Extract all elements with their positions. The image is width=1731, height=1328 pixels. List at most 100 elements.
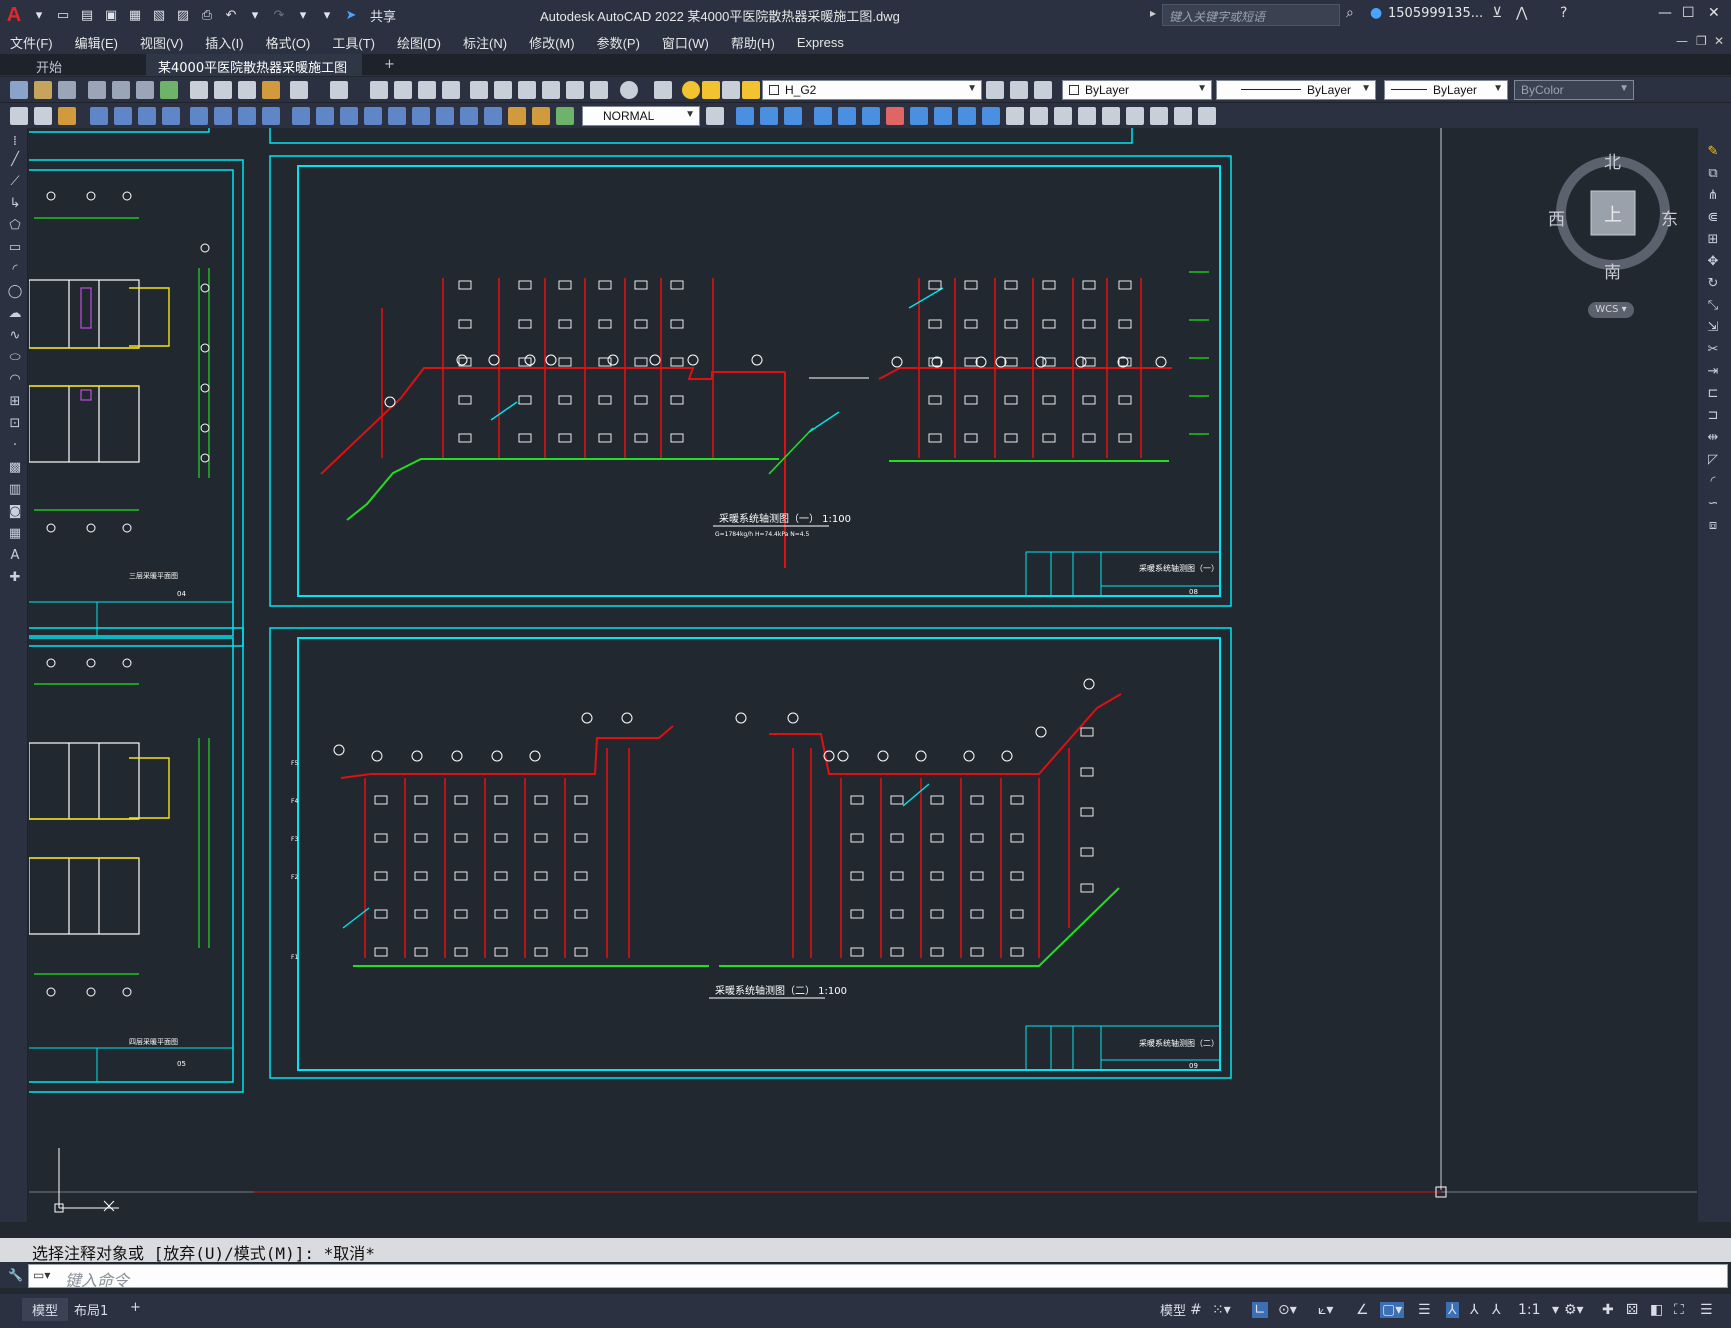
undo-dropdown-icon[interactable]: ▾ — [244, 4, 266, 26]
layer-properties-icon[interactable] — [654, 81, 672, 99]
autocad-logo-icon[interactable]: A — [0, 0, 28, 30]
menu-view[interactable]: 视图(V) — [140, 33, 183, 52]
continue-icon[interactable] — [340, 107, 358, 125]
customization-icon[interactable]: ☰ — [1700, 1302, 1713, 1318]
fillet-icon[interactable]: ◜ — [1705, 474, 1721, 490]
line-icon[interactable]: ╱ — [7, 152, 23, 168]
compass-west[interactable]: 西 — [1548, 205, 1565, 230]
ordinate-icon[interactable] — [162, 107, 180, 125]
new-icon[interactable] — [10, 81, 28, 99]
sheet-set-icon[interactable] — [542, 81, 560, 99]
explode-icon-2[interactable]: ⧈ — [1705, 518, 1721, 534]
command-customize-icon[interactable]: 🔧 — [8, 1268, 23, 1282]
ucs-icon-3[interactable] — [784, 107, 802, 125]
annotation-monitor-icon[interactable]: ✚ — [1602, 1302, 1614, 1318]
layer-vp-icon[interactable] — [722, 81, 740, 99]
search-expand-icon[interactable]: ▸ — [1150, 6, 1156, 20]
share-icon[interactable]: ➤ — [340, 4, 362, 26]
wcs-menu[interactable]: WCS ▾ — [1588, 302, 1634, 318]
chevron-down-icon[interactable]: ▾ — [1552, 1302, 1559, 1318]
menu-help[interactable]: 帮助(H) — [731, 33, 775, 52]
command-input[interactable]: ▭▾ 键入命令 — [28, 1264, 1728, 1290]
menu-file[interactable]: 文件(F) — [10, 33, 53, 52]
array-icon-2[interactable]: ⊞ — [1705, 232, 1721, 248]
viewcube-top-face[interactable]: 上 — [1604, 201, 1622, 227]
arc-length-icon[interactable] — [138, 107, 156, 125]
circle-icon[interactable]: ◯ — [7, 284, 23, 300]
cut-icon[interactable] — [190, 81, 208, 99]
redo-icon[interactable]: ↷ — [268, 4, 290, 26]
space-icon[interactable] — [364, 107, 382, 125]
plot-icon[interactable]: ⎙ — [196, 4, 218, 26]
break-point-icon[interactable]: ⊏ — [1705, 386, 1721, 402]
layer-state-icon[interactable] — [1034, 81, 1052, 99]
drawing-canvas[interactable]: 采暖系统轴测图（一） 1:100 G=1784kg/h H=74.4kPa N=… — [29, 128, 1697, 1222]
publish-icon[interactable] — [136, 81, 154, 99]
ucs-icon-1[interactable] — [736, 107, 754, 125]
menu-express[interactable]: Express — [797, 35, 844, 50]
baseline-icon[interactable] — [316, 107, 334, 125]
annotation-scale-value[interactable]: 1:1 — [1518, 1302, 1541, 1318]
polygon-icon[interactable]: ⬠ — [7, 218, 23, 234]
block-icon-2[interactable] — [1030, 107, 1048, 125]
polar-icon[interactable]: ⊙▾ — [1278, 1302, 1297, 1318]
layer-on-icon[interactable] — [682, 81, 700, 99]
ellipse-arc-icon[interactable]: ◠ — [7, 372, 23, 388]
ortho-icon[interactable]: ∟ — [1252, 1302, 1268, 1318]
menu-dimension[interactable]: 标注(N) — [463, 33, 507, 52]
linear-dim-icon[interactable] — [90, 107, 108, 125]
user-account[interactable]: 1505999135... — [1388, 6, 1483, 21]
save-icon[interactable]: ▣ — [100, 4, 122, 26]
color-dropdown[interactable]: ByLayer ▼ — [1062, 80, 1212, 100]
doc-restore-icon[interactable]: ❐ — [1696, 34, 1707, 48]
compass-north[interactable]: 北 — [1604, 148, 1621, 173]
block-icon-3[interactable] — [1054, 107, 1072, 125]
dim-icon-2[interactable] — [34, 107, 52, 125]
pan-icon[interactable] — [370, 81, 388, 99]
copy-icon-3[interactable]: ⧉ — [1705, 166, 1721, 182]
cart-icon[interactable]: ⊻ — [1492, 5, 1502, 21]
object-snap-icon[interactable]: ▢▾ — [1380, 1302, 1405, 1318]
calculator-icon[interactable] — [590, 81, 608, 99]
dim-update-icon[interactable] — [556, 107, 574, 125]
spline-icon[interactable]: ∿ — [7, 328, 23, 344]
align-icon[interactable] — [814, 107, 832, 125]
annotation-scale-icon[interactable]: ⅄ — [1492, 1302, 1501, 1318]
mtext-icon[interactable]: A — [7, 548, 23, 564]
offset-icon-2[interactable]: ⋐ — [1705, 210, 1721, 226]
object-snap-tracking-icon[interactable]: ∠ — [1356, 1302, 1369, 1318]
design-center-icon[interactable] — [494, 81, 512, 99]
undo-icon[interactable]: ↶ — [220, 4, 242, 26]
add-layout-button[interactable]: + — [120, 1298, 151, 1317]
tolerance-icon[interactable] — [412, 107, 430, 125]
grid-icon[interactable]: # — [1190, 1302, 1202, 1318]
minimize-icon[interactable]: — — [1658, 5, 1672, 21]
undo-icon-2[interactable] — [290, 81, 308, 99]
open-web-icon[interactable]: ▧ — [148, 4, 170, 26]
block-icon-9[interactable] — [1198, 107, 1216, 125]
plot-icon-2[interactable] — [88, 81, 106, 99]
dimstyle-dropdown[interactable]: NORMAL ▼ — [582, 106, 700, 126]
mirror-icon-2[interactable]: ⋔ — [1705, 188, 1721, 204]
rotate-icon[interactable]: ↻ — [1705, 276, 1721, 292]
polyline-icon[interactable]: ↳ — [7, 196, 23, 212]
tool-palettes-icon[interactable] — [518, 81, 536, 99]
search-icon[interactable]: ⌕ — [1346, 5, 1354, 21]
match-properties-icon[interactable] — [262, 81, 280, 99]
lineweight-dropdown[interactable]: ByLayer ▼ — [1384, 80, 1508, 100]
layer-freeze-icon[interactable] — [702, 81, 720, 99]
plotstyle-dropdown[interactable]: ByColor ▼ — [1514, 80, 1634, 100]
revcloud-icon[interactable]: ☁ — [7, 306, 23, 322]
redo-icon-2[interactable] — [330, 81, 348, 99]
help-icon[interactable] — [620, 81, 638, 99]
menu-draw[interactable]: 绘图(D) — [397, 33, 441, 52]
maximize-icon[interactable]: ☐ — [1682, 5, 1695, 21]
markup-icon[interactable] — [566, 81, 584, 99]
new-tab-button[interactable]: + — [372, 54, 407, 76]
break-icon-2[interactable]: ⊐ — [1705, 408, 1721, 424]
layer-dropdown[interactable]: H_G2 ▼ — [762, 80, 982, 100]
close-icon[interactable]: ✕ — [1708, 5, 1720, 21]
layer-lock-icon[interactable] — [742, 81, 760, 99]
block-icon-5[interactable] — [1102, 107, 1120, 125]
add-selected-icon[interactable]: ✚ — [7, 570, 23, 586]
